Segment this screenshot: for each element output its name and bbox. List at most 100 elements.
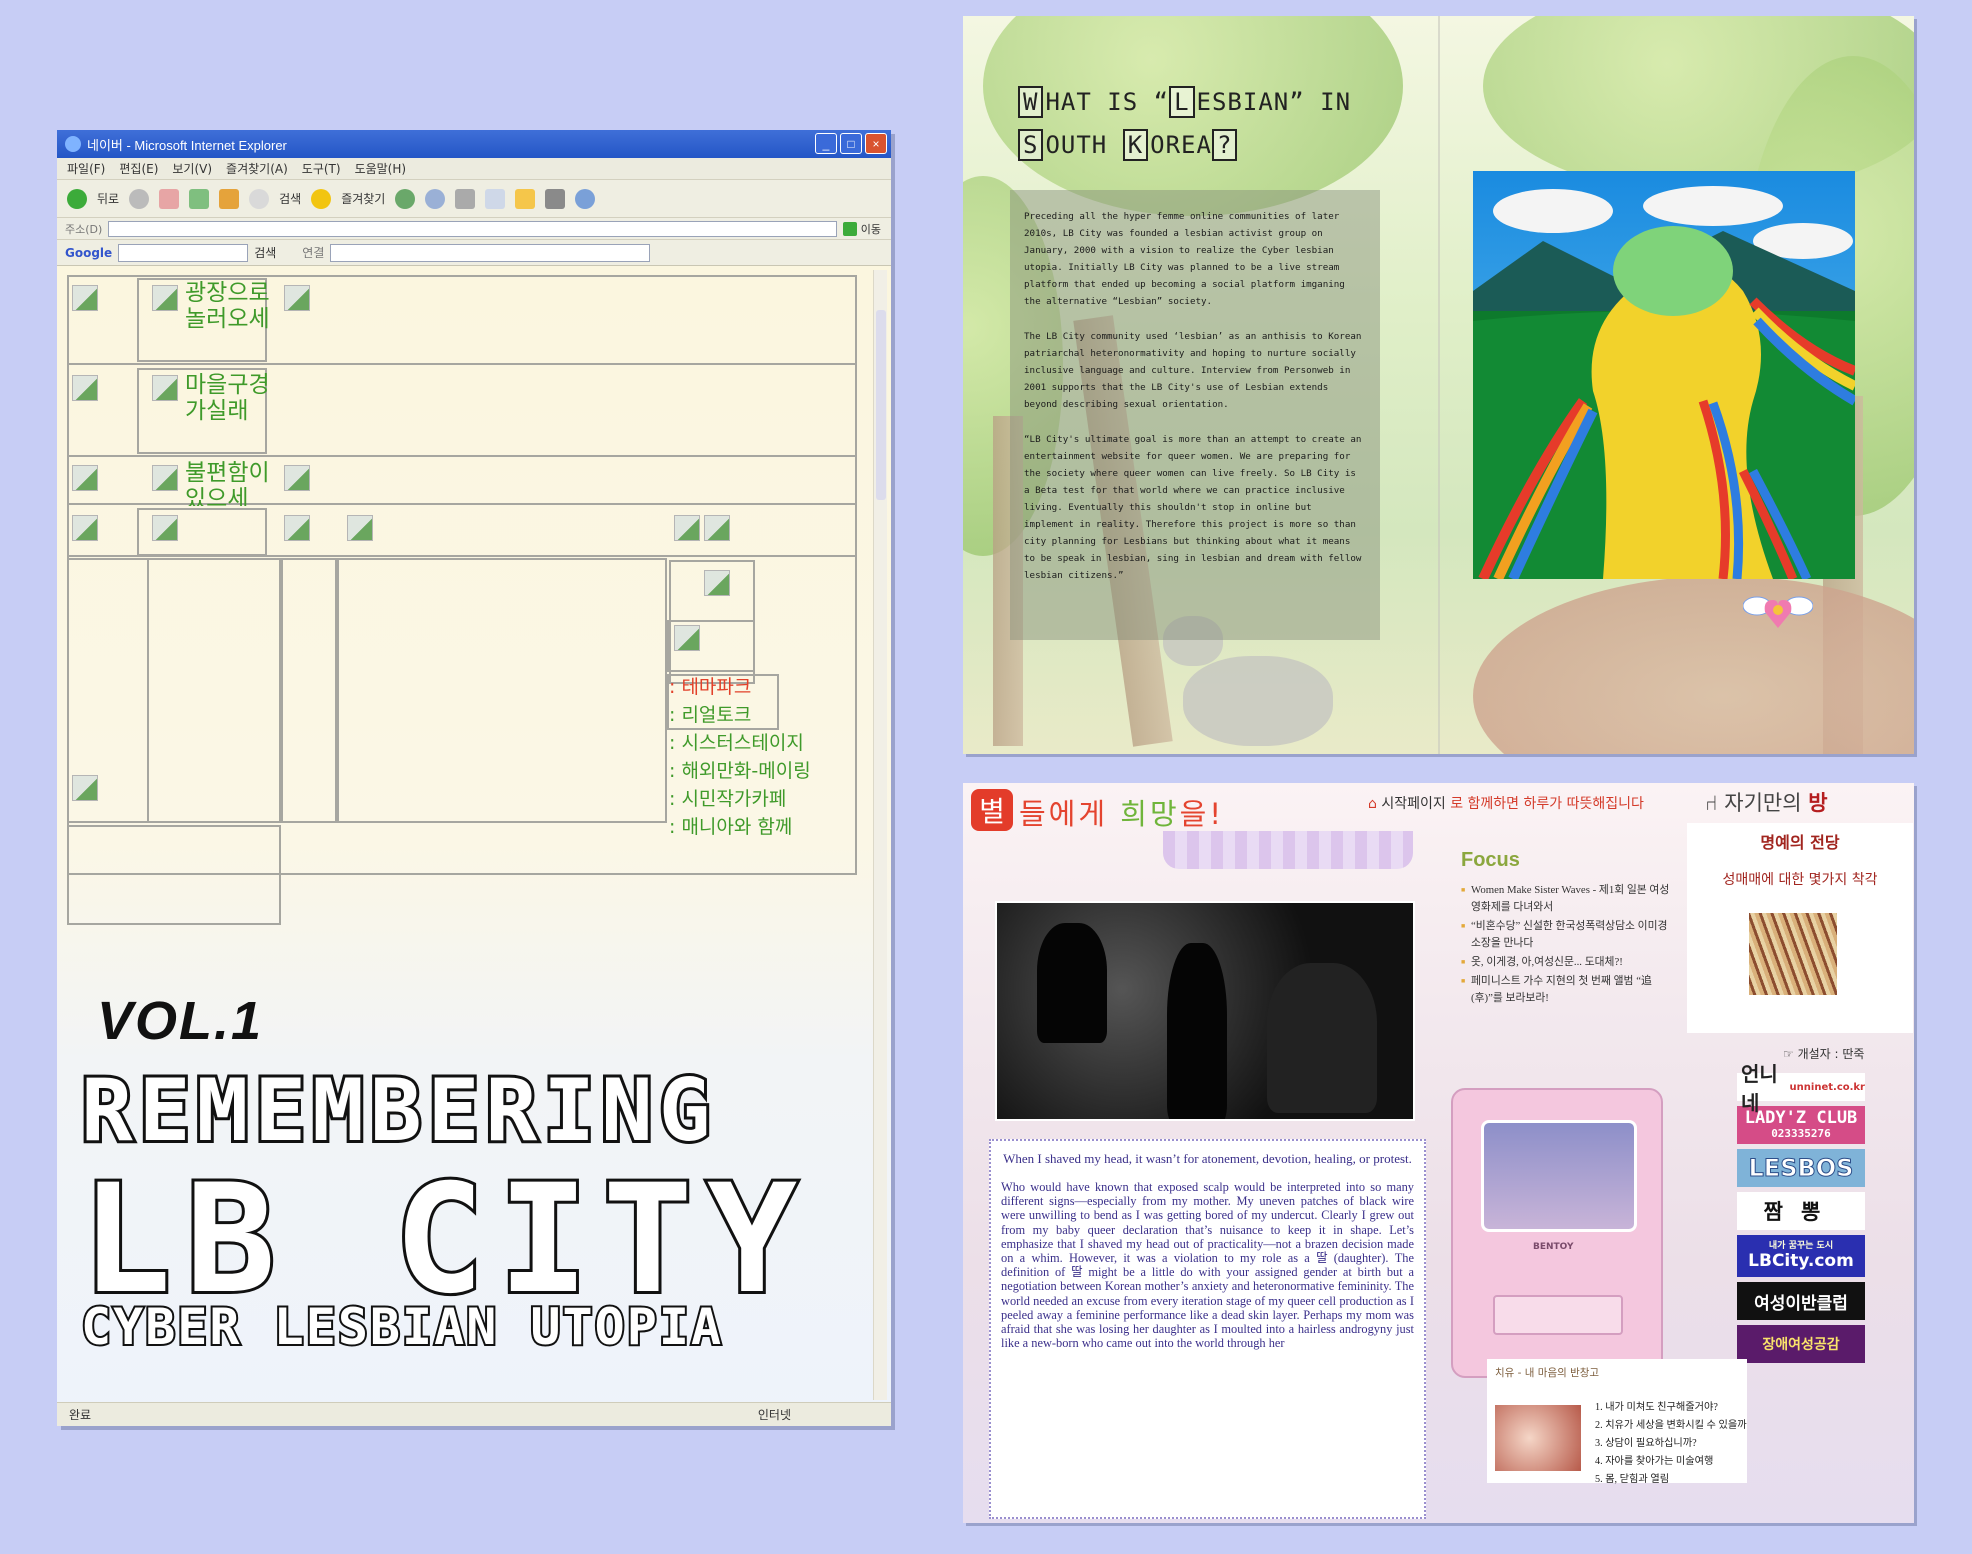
healing-item[interactable]: 2. 치유가 세상을 변화시킬 수 있을까 <box>1595 1417 1747 1435</box>
startpage-tagline: 로 함께하면 하루가 따뜻해집니다 <box>1445 796 1644 812</box>
tools-icon[interactable] <box>545 188 566 209</box>
side-link-comics[interactable]: : 해외만화-메이링 <box>669 756 811 783</box>
broken-image-icon <box>152 465 178 491</box>
search-icon[interactable] <box>249 188 270 209</box>
address-input[interactable] <box>108 220 837 237</box>
side-link-theme-park[interactable]: : 테마파크 <box>669 672 751 699</box>
forward-arrow-icon[interactable] <box>129 188 150 209</box>
boxed-letter: K <box>1122 129 1149 161</box>
broken-image-icon <box>72 775 98 801</box>
banner-jjambbong[interactable]: 짬뽕 <box>1737 1192 1865 1230</box>
banner-ladyz-club[interactable]: LADY'Z CLUB 023335276 <box>1737 1106 1865 1144</box>
broken-image-icon <box>674 515 700 541</box>
healing-item[interactable]: 1. 내가 미쳐도 친구해줄거야? <box>1595 1399 1747 1417</box>
healing-item[interactable]: 3. 상담이 필요하십니까? <box>1595 1435 1747 1453</box>
side-link-real-talk[interactable]: : 리얼토크 <box>669 700 751 727</box>
side-link-sisters-stage[interactable]: : 시스터스테이지 <box>669 728 804 755</box>
banner-disabled-women[interactable]: 장애여성공감 <box>1737 1325 1865 1363</box>
banner-lbcity[interactable]: 내가 꿈꾸는 도시 LBCity.com <box>1737 1235 1865 1277</box>
status-bar: 완료 인터넷 <box>57 1402 891 1426</box>
search-button[interactable]: 검색 <box>279 190 301 207</box>
curtain-decoration <box>1163 831 1413 869</box>
side-link-mania[interactable]: : 매니아와 함께 <box>669 812 792 839</box>
edit-icon[interactable] <box>485 188 506 209</box>
slogan-text: 들에게 <box>1019 797 1121 831</box>
room-label-bold: 방 <box>1808 791 1828 815</box>
menu-edit[interactable]: 편집(E) <box>119 160 158 177</box>
essay-paragraph: “LB City's ultimate goal is more than an… <box>1024 434 1362 581</box>
back-arrow-icon[interactable] <box>67 188 87 209</box>
vertical-scrollbar[interactable] <box>873 270 887 1400</box>
go-button[interactable]: 이동 <box>861 221 891 237</box>
site-slogan: 들에게 희망을! <box>1019 791 1224 833</box>
banner-women-club[interactable]: 여성이반클럽 <box>1737 1282 1865 1320</box>
favorites-star-icon[interactable] <box>311 188 332 209</box>
website-collage: 별 들에게 희망을! ⌂ 시작페이지 로 함께하면 하루가 따뜻해집니다 ⑁ 자… <box>963 783 1914 1523</box>
maximize-icon[interactable]: □ <box>840 133 862 154</box>
menu-link-complaint[interactable]: 불편함이 있으세 <box>185 460 275 506</box>
banner-label: LADY'Z CLUB <box>1744 1108 1858 1129</box>
heading-text: ESBIAN <box>1196 88 1290 116</box>
focus-item[interactable]: Women Make Sister Waves - 제1회 일본 여성영화제를 … <box>1461 882 1671 916</box>
menu-link-village[interactable]: 마을구경 가실래 <box>185 372 275 425</box>
window-controls: _ □ × <box>815 133 887 154</box>
back-button[interactable]: 뒤로 <box>97 190 119 207</box>
close-icon[interactable]: × <box>865 133 887 154</box>
google-search-button[interactable]: 검색 <box>254 244 276 261</box>
refresh-icon[interactable] <box>189 188 210 209</box>
healing-item[interactable]: 4. 자아를 찾아가는 미술여행 <box>1595 1453 1747 1471</box>
stop-icon[interactable] <box>159 188 180 209</box>
essay-paragraph: Preceding all the hyper femme online com… <box>1024 211 1345 307</box>
go-arrow-icon[interactable] <box>842 221 857 236</box>
photo-figure <box>1167 943 1227 1119</box>
history-icon[interactable] <box>395 188 416 209</box>
menu-favorites[interactable]: 즐겨찾기(A) <box>226 160 288 177</box>
hall-subtitle[interactable]: 성매매에 대한 몇가지 착각 <box>1687 869 1913 889</box>
startpage-link[interactable]: 시작페이지 <box>1381 796 1445 812</box>
spread-heading-line1: W HAT IS “L ESBIAN” IN <box>1018 86 1351 118</box>
menu-tools[interactable]: 도구(T) <box>302 160 341 177</box>
address-bar: 주소(D) 이동 <box>57 218 891 240</box>
side-link-writers-cafe[interactable]: : 시민작가카페 <box>669 784 786 811</box>
focus-item[interactable]: 옷, 이게경, 아,여성신문... 도대체?! <box>1461 954 1671 971</box>
scrollbar-thumb[interactable] <box>876 310 886 500</box>
home-icon[interactable] <box>219 188 240 209</box>
minimize-icon[interactable]: _ <box>815 133 837 154</box>
healing-item[interactable]: 5. 몸, 닫힘과 열림 <box>1595 1471 1747 1489</box>
zine-cover: 네이버 - Microsoft Internet Explorer _ □ × … <box>57 130 891 1426</box>
heading-text: HAT IS <box>1045 88 1139 116</box>
cell-frame <box>147 558 281 823</box>
menu-file[interactable]: 파일(F) <box>67 160 105 177</box>
banner-label: 언니네 <box>1741 1062 1778 1115</box>
menu-view[interactable]: 보기(V) <box>172 160 212 177</box>
banner-label: LBCity.com <box>1748 1250 1854 1271</box>
broken-image-icon <box>152 515 178 541</box>
print-icon[interactable] <box>455 188 476 209</box>
focus-item[interactable]: 페미니스트 가수 지현의 첫 번째 앨범 “追(후)”를 보라보라! <box>1461 973 1671 1007</box>
banner-url: unninet.co.kr <box>1789 1081 1865 1093</box>
slogan-text: 을! <box>1179 797 1224 831</box>
google-search-input[interactable] <box>118 243 249 262</box>
banner-lesbos[interactable]: LESBOS <box>1737 1149 1865 1187</box>
focus-item[interactable]: “비혼수당” 신설한 한국성폭력상담소 이미경 소장을 만나다 <box>1461 918 1671 952</box>
favorites-button[interactable]: 즐겨찾기 <box>341 190 385 207</box>
links-input[interactable] <box>330 243 651 262</box>
messenger-icon[interactable] <box>575 188 596 209</box>
zine-spread: W HAT IS “L ESBIAN” IN S OUTH K OREA? Preced… <box>963 16 1914 754</box>
menu-link-plaza[interactable]: 광장으로 놀러오세 <box>185 280 275 333</box>
dirt-path <box>1473 576 1914 754</box>
room-of-ones-own[interactable]: ⑁ 자기만의 방 <box>1705 787 1828 817</box>
focus-section: Focus Women Make Sister Waves - 제1회 일본 여… <box>1461 849 1671 1029</box>
ie-toolbar: 뒤로 검색 즐겨찾기 <box>57 180 891 218</box>
menu-help[interactable]: 도움말(H) <box>355 160 407 177</box>
title-remembering: REMEMBERING <box>78 1061 717 1161</box>
startpage-banner[interactable]: ⌂ 시작페이지 로 함께하면 하루가 따뜻해집니다 <box>1368 793 1644 813</box>
google-toolbar: Google 검색 연결 <box>57 240 891 266</box>
banner-phone: 023335276 <box>1771 1127 1831 1141</box>
side-link-label: 매니아와 함께 <box>681 816 793 838</box>
folder-icon[interactable] <box>515 188 536 209</box>
title-lb-city: LB CITY <box>78 1153 812 1327</box>
banner-unninet[interactable]: 언니네 unninet.co.kr <box>1737 1062 1865 1115</box>
healing-section: 치유 - 내 마음의 반창고 1. 내가 미쳐도 친구해줄거야? 2. 치유가 … <box>1487 1359 1747 1485</box>
mail-icon[interactable] <box>425 188 446 209</box>
